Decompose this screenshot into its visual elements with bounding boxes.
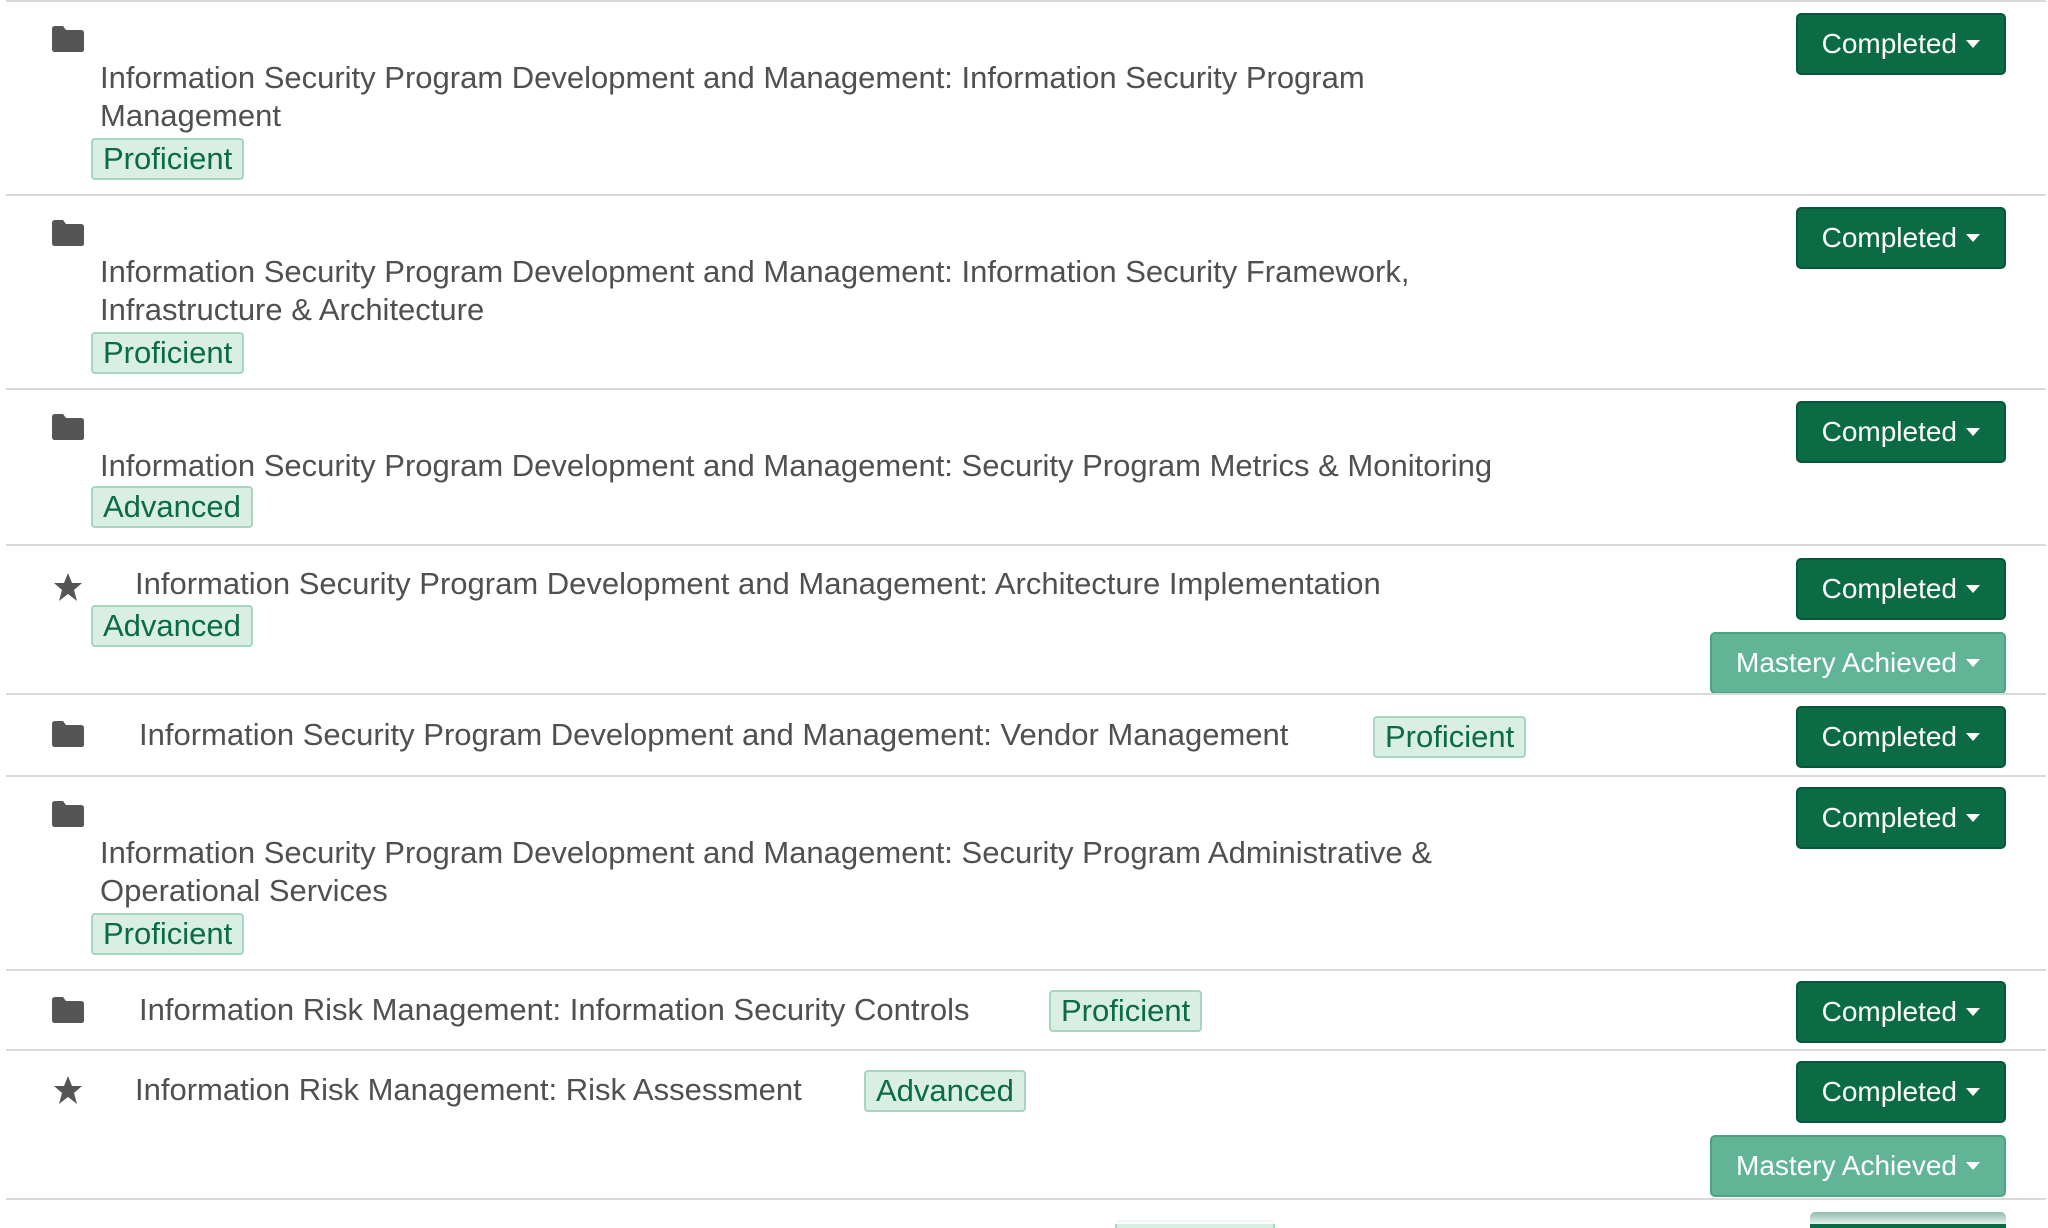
status-label: Completed [1821, 28, 1957, 59]
caret-down-icon [1966, 40, 1980, 48]
bottom-fade-overlay [0, 1200, 2048, 1224]
folder-icon [50, 218, 86, 248]
caret-down-icon [1966, 1162, 1980, 1170]
mastery-dropdown-button[interactable]: Mastery Achieved [1710, 1135, 2006, 1197]
level-badge: Advanced [864, 1070, 1026, 1112]
caret-down-icon [1966, 234, 1980, 242]
status-label: Completed [1821, 996, 1957, 1027]
folder-icon [50, 799, 86, 829]
mastery-dropdown-button[interactable]: Mastery Achieved [1710, 632, 2006, 694]
status-label: Completed [1821, 416, 1957, 447]
mastery-label: Mastery Achieved [1736, 647, 1957, 678]
caret-down-icon [1966, 733, 1980, 741]
item-title[interactable]: Information Security Program Development… [135, 565, 1381, 603]
item-title[interactable]: Information Security Program Development… [100, 447, 1492, 485]
list-item: Information Security Program Development… [6, 194, 2046, 388]
list-item: Information Risk Management: Risk Assess… [6, 1049, 2046, 1198]
level-badge: Proficient [1049, 990, 1203, 1032]
star-icon [50, 1075, 86, 1105]
list-item: Information Security Program Development… [6, 388, 2046, 544]
item-title[interactable]: Information Security Program Development… [100, 834, 1500, 910]
content-list: Information Security Program Development… [6, 0, 2046, 1228]
list-item: Information Security Program Development… [6, 693, 2046, 775]
caret-down-icon [1966, 585, 1980, 593]
status-dropdown-button[interactable]: Completed [1795, 207, 2006, 269]
status-dropdown-button[interactable]: Completed [1795, 787, 2006, 849]
list-item: Information Risk Management: Information… [6, 969, 2046, 1049]
caret-down-icon [1966, 428, 1980, 436]
level-badge: Advanced [91, 486, 253, 528]
item-title[interactable]: Information Security Program Development… [139, 716, 1288, 754]
status-label: Completed [1821, 222, 1957, 253]
item-title[interactable]: Information Security Program Development… [100, 59, 1440, 135]
caret-down-icon [1966, 659, 1980, 667]
list-item: Information Security Program Development… [6, 544, 2046, 694]
status-dropdown-button[interactable]: Completed [1795, 706, 2006, 768]
status-label: Completed [1821, 573, 1957, 604]
folder-icon [50, 24, 86, 54]
item-title[interactable]: Information Risk Management: Information… [139, 991, 969, 1029]
status-label: Completed [1821, 721, 1957, 752]
list-item: Information Security Program Development… [6, 0, 2046, 194]
level-badge: Proficient [91, 913, 245, 955]
item-title[interactable]: Information Security Program Development… [100, 253, 1480, 329]
item-title[interactable]: Information Risk Management: Risk Assess… [135, 1071, 802, 1109]
status-dropdown-button[interactable]: Completed [1795, 558, 2006, 620]
status-label: Completed [1821, 802, 1957, 833]
status-dropdown-button[interactable]: Completed [1795, 13, 2006, 75]
caret-down-icon [1966, 1088, 1980, 1096]
status-dropdown-button[interactable]: Completed [1795, 1061, 2006, 1123]
status-dropdown-button[interactable]: Completed [1795, 981, 2006, 1043]
folder-icon [50, 412, 86, 442]
status-dropdown-button[interactable]: Completed [1795, 401, 2006, 463]
level-badge: Proficient [91, 332, 245, 374]
caret-down-icon [1966, 1008, 1980, 1016]
folder-icon [50, 719, 86, 749]
list-item: Information Security Program Development… [6, 775, 2046, 969]
mastery-label: Mastery Achieved [1736, 1150, 1957, 1181]
caret-down-icon [1966, 814, 1980, 822]
level-badge: Proficient [1373, 716, 1527, 758]
level-badge: Proficient [91, 138, 245, 180]
folder-icon [50, 995, 86, 1025]
level-badge: Advanced [91, 605, 253, 647]
status-label: Completed [1821, 1076, 1957, 1107]
star-icon [50, 572, 86, 602]
